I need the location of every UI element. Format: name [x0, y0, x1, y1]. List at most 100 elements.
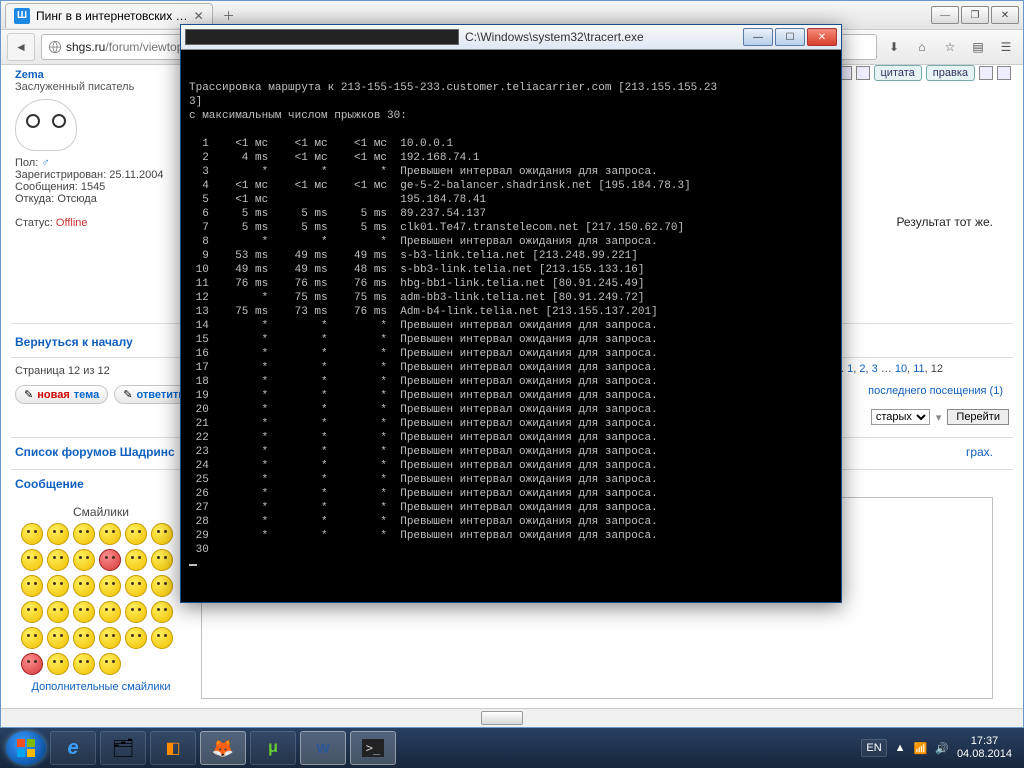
user-name-link[interactable]: Zema [15, 69, 44, 81]
smiley-icon[interactable] [21, 549, 43, 571]
smiley-icon[interactable] [47, 549, 69, 571]
page-link[interactable]: 3 [872, 363, 878, 375]
tracert-title-text: C:\Windows\system32\tracert.exe [465, 30, 737, 44]
tray-flag-icon[interactable]: ▲ [895, 742, 906, 754]
window-maximize-button[interactable]: ❐ [961, 6, 989, 24]
tab-close-icon[interactable]: ✕ [194, 9, 204, 23]
bookmark-icon[interactable]: ☆ [939, 36, 961, 58]
back-button[interactable]: ◄ [7, 33, 35, 61]
tracert-close-button[interactable]: ✕ [807, 28, 837, 46]
smiley-icon[interactable] [21, 523, 43, 545]
tracert-maximize-button[interactable]: ☐ [775, 28, 805, 46]
start-button[interactable] [6, 731, 46, 765]
smiley-icon[interactable] [73, 601, 95, 623]
smilies-panel: Смайлики Дополнительные смайлики [21, 505, 181, 693]
post-opt-icon[interactable] [997, 66, 1011, 80]
smiley-icon[interactable] [21, 575, 43, 597]
tracert-output: Трассировка маршрута к 213-155-155-233.c… [181, 61, 841, 591]
smiley-icon[interactable] [73, 575, 95, 597]
forum-index-link[interactable]: Список форумов Шадринс [15, 445, 175, 459]
page-link[interactable]: 2 [859, 363, 865, 375]
system-tray: EN ▲ 📶 🔊 17:37 04.08.2014 [861, 735, 1018, 761]
smiley-icon[interactable] [47, 601, 69, 623]
cmd-icon [185, 29, 459, 45]
smiley-icon[interactable] [73, 627, 95, 649]
smiley-icon[interactable] [47, 575, 69, 597]
quote-button[interactable]: цитата [874, 65, 922, 81]
downloads-icon[interactable]: ⬇ [883, 36, 905, 58]
smiley-icon[interactable] [151, 601, 173, 623]
home-icon[interactable]: ⌂ [911, 36, 933, 58]
user-avatar [15, 99, 77, 151]
page-link[interactable]: 10 [895, 363, 907, 375]
gender-icon: ♂ [41, 157, 49, 169]
smiley-icon[interactable] [125, 549, 147, 571]
taskbar-app[interactable]: ◧ [150, 731, 196, 765]
taskbar-word[interactable]: W [300, 731, 346, 765]
post-options: цитата правка [838, 65, 1012, 81]
post-body-text: Результат тот же. [896, 215, 993, 229]
page-link[interactable]: 11 [913, 363, 924, 375]
smiley-icon[interactable] [151, 549, 173, 571]
smiley-icon[interactable] [47, 523, 69, 545]
smiley-icon[interactable] [99, 627, 121, 649]
tracert-titlebar[interactable]: C:\Windows\system32\tracert.exe — ☐ ✕ [181, 25, 841, 50]
smiley-icon[interactable] [151, 523, 173, 545]
smiley-icon[interactable] [125, 523, 147, 545]
globe-icon [48, 40, 62, 54]
since-last-visit-link[interactable]: последнего посещения (1) [868, 385, 1003, 397]
smiley-icon[interactable] [125, 627, 147, 649]
go-button[interactable]: Перейти [947, 409, 1009, 425]
horizontal-scrollbar[interactable] [1, 708, 1023, 727]
smiley-icon[interactable] [47, 653, 69, 675]
post-opt-icon[interactable] [856, 66, 870, 80]
smiley-icon[interactable] [151, 627, 173, 649]
scrollbar-thumb[interactable] [481, 711, 523, 725]
smiley-icon[interactable] [99, 549, 121, 571]
page-link[interactable]: 1 [847, 363, 853, 375]
smiley-icon[interactable] [73, 653, 95, 675]
new-topic-button[interactable]: ✎ новая тема [15, 385, 108, 404]
taskbar-cmd[interactable]: >_ [350, 731, 396, 765]
taskbar-utorrent[interactable]: μ [250, 731, 296, 765]
tray-network-icon[interactable]: 📶 [914, 742, 928, 755]
post-opt-icon[interactable] [979, 66, 993, 80]
taskbar-firefox[interactable]: 🦊 [200, 731, 246, 765]
edit-button[interactable]: правка [926, 65, 975, 81]
smiley-icon[interactable] [73, 523, 95, 545]
language-indicator[interactable]: EN [861, 739, 886, 757]
message-heading: Сообщение [15, 477, 84, 491]
smiley-icon[interactable] [73, 549, 95, 571]
tracert-minimize-button[interactable]: — [743, 28, 773, 46]
windows-logo-icon [16, 738, 36, 758]
tab-favicon-icon: Ш [14, 8, 30, 24]
window-close-button[interactable]: ✕ [991, 6, 1019, 24]
smiley-icon[interactable] [125, 575, 147, 597]
smiley-icon[interactable] [125, 601, 147, 623]
smiley-icon[interactable] [99, 575, 121, 597]
smiley-icon[interactable] [47, 627, 69, 649]
smiley-icon[interactable] [21, 627, 43, 649]
smiley-icon[interactable] [21, 601, 43, 623]
more-smilies-link[interactable]: Дополнительные смайлики [21, 681, 181, 693]
clock[interactable]: 17:37 04.08.2014 [957, 735, 1012, 761]
smiley-icon[interactable] [99, 523, 121, 545]
menu-icon[interactable]: ☰ [995, 36, 1017, 58]
window-minimize-button[interactable]: — [931, 6, 959, 24]
smiley-icon[interactable] [99, 601, 121, 623]
bookmarks-menu-icon[interactable]: ▤ [967, 36, 989, 58]
smiley-icon[interactable] [21, 653, 43, 675]
taskbar-explorer[interactable]: 🗂 [100, 731, 146, 765]
forum-tail: грах. [966, 445, 993, 459]
smiley-icon[interactable] [99, 653, 121, 675]
back-to-top-link[interactable]: Вернуться к началу [15, 335, 133, 349]
user-panel: Zema Заслуженный писатель Пол: ♂ Зарегис… [15, 69, 175, 229]
taskbar: e 🗂 ◧ 🦊 μ W >_ EN ▲ 📶 🔊 17:37 04.08.2014 [0, 728, 1024, 768]
new-tab-button[interactable]: ＋ [215, 5, 243, 26]
smiley-icon[interactable] [151, 575, 173, 597]
tray-volume-icon[interactable]: 🔊 [935, 742, 949, 755]
taskbar-ie[interactable]: e [50, 731, 96, 765]
smilies-title: Смайлики [21, 505, 181, 519]
sort-select[interactable]: старых [871, 409, 930, 425]
user-rank: Заслуженный писатель [15, 81, 134, 93]
